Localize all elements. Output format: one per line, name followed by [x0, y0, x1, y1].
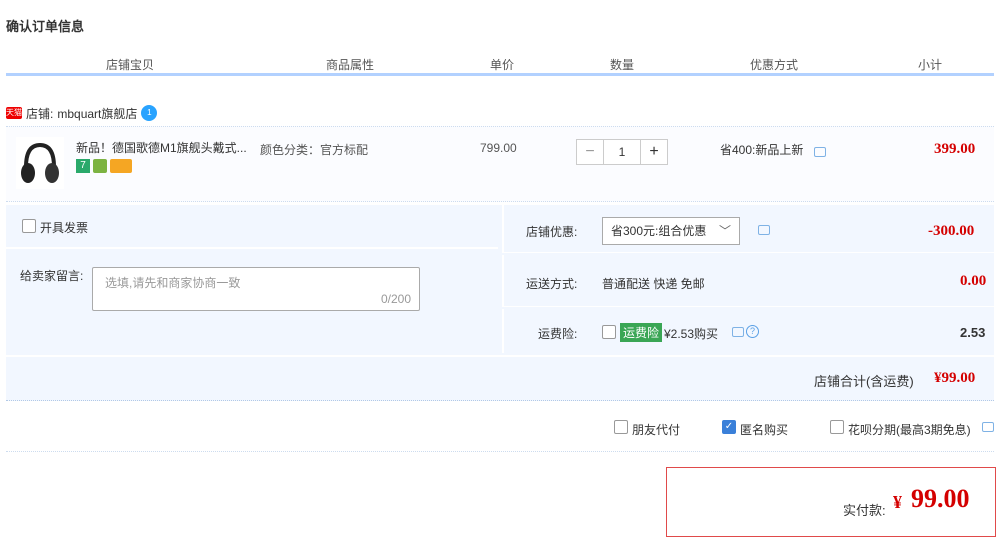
insurance-row: 运费险: 运费险 ¥2.53购买 ? 2.53	[502, 309, 994, 353]
message-textarea[interactable]: 选填,请先和商家协商一致 0/200	[92, 267, 420, 311]
message-icon[interactable]	[732, 327, 744, 337]
shipping-method: 普通配送 快递 免邮	[602, 277, 705, 291]
shop-total-value: ¥99.00	[934, 370, 976, 386]
header-unit-price: 单价	[490, 58, 515, 72]
header-quantity: 数量	[610, 58, 635, 72]
insurance-label: 运费险:	[538, 327, 578, 341]
product-service-icons: 7	[76, 159, 132, 173]
message-icon[interactable]	[758, 225, 770, 235]
order-options-panel: 开具发票 给卖家留言: 选填,请先和商家协商一致 0/200 店铺优惠: 省30…	[6, 205, 994, 401]
insurance-price: ¥2.53购买	[664, 327, 719, 341]
shop-row: 天猫 店铺: mbquart旗舰店 1	[6, 104, 158, 122]
wangwang-icon[interactable]: 1	[141, 105, 158, 121]
header-shop-item: 店铺宝贝	[106, 58, 155, 72]
shipping-fee: 0.00	[960, 273, 987, 289]
shop-total-label: 店铺合计(含运费)	[814, 374, 914, 389]
header-subtotal: 小计	[918, 58, 943, 72]
product-title-link[interactable]: 新品！德国歌德M1旗舰头戴式...	[76, 139, 247, 156]
check-icon: ✓	[724, 421, 734, 432]
anonymous-checkbox[interactable]: ✓	[722, 420, 736, 434]
product-attribute: 颜色分类：官方标配	[260, 143, 369, 157]
item-subtotal: 399.00	[934, 141, 976, 157]
shop-total-row: 店铺合计(含运费) ¥99.00	[6, 355, 994, 401]
message-label: 给卖家留言:	[20, 269, 84, 283]
huabei-label: 花呗分期(最高3期免息)	[848, 423, 971, 437]
shipping-label: 运送方式:	[526, 277, 578, 291]
order-table-header: 店铺宝贝 商品属性 单价 数量 优惠方式 小计	[6, 52, 994, 76]
shipping-row: 运送方式: 普通配送 快递 免邮 0.00	[502, 255, 994, 307]
invoice-checkbox[interactable]	[22, 219, 36, 233]
shop-name-link[interactable]: mbquart旗舰店	[57, 105, 137, 122]
friend-pay-label: 朋友代付	[632, 423, 681, 437]
shop-label: 店铺:	[26, 106, 54, 121]
promotion-text: 省400:新品上新	[720, 143, 804, 157]
anonymous-label: 匿名购买	[740, 423, 789, 437]
message-char-count: 0/200	[380, 292, 411, 306]
payment-value: 99.00	[911, 484, 970, 513]
insurance-badge: 运费险	[620, 323, 663, 342]
message-icon[interactable]	[814, 147, 826, 157]
message-placeholder: 选填,请先和商家协商一致	[105, 276, 241, 290]
chevron-down-icon: ﹀	[718, 224, 731, 238]
payment-symbol: ¥	[893, 492, 902, 512]
credit-card-icon	[110, 159, 132, 173]
friend-pay-checkbox[interactable]	[614, 420, 628, 434]
order-item-row: 新品！德国歌德M1旗舰头戴式... 7 颜色分类：官方标配 799.00 − 1…	[6, 126, 994, 202]
decrease-quantity-button[interactable]: −	[576, 139, 604, 165]
message-icon[interactable]	[982, 422, 994, 432]
insurance-checkbox[interactable]	[602, 325, 616, 339]
shop-discount-value: -300.00	[928, 223, 975, 239]
header-attribute: 商品属性	[326, 58, 375, 72]
invoice-label: 开具发票	[40, 221, 89, 235]
invoice-section: 开具发票	[6, 205, 498, 249]
message-section: 给卖家留言: 选填,请先和商家协商一致 0/200	[6, 251, 498, 351]
trophy-icon	[93, 159, 107, 173]
quantity-input[interactable]: 1	[604, 139, 640, 165]
header-discount: 优惠方式	[750, 58, 799, 72]
shop-discount-selected: 省300元:组合优惠	[611, 224, 707, 238]
shop-discount-row: 店铺优惠: 省300元:组合优惠 ﹀ -300.00	[502, 205, 994, 253]
shop-discount-label: 店铺优惠:	[526, 225, 578, 239]
insurance-value: 2.53	[960, 325, 986, 340]
increase-quantity-button[interactable]: +	[640, 139, 668, 165]
unit-price: 799.00	[480, 141, 517, 155]
product-thumbnail[interactable]	[16, 137, 64, 189]
shop-discount-select[interactable]: 省300元:组合优惠 ﹀	[602, 217, 740, 245]
huabei-checkbox[interactable]	[830, 420, 844, 434]
payment-summary-box: 实付款: ¥ 99.00	[666, 467, 996, 537]
quantity-stepper: − 1 +	[576, 139, 668, 165]
payment-options-row: 朋友代付 ✓ 匿名购买 花呗分期(最高3期免息)	[6, 404, 994, 452]
seven-day-return-icon: 7	[76, 159, 90, 173]
payment-label: 实付款:	[843, 503, 886, 518]
help-icon[interactable]: ?	[746, 325, 759, 338]
tmall-icon: 天猫	[6, 107, 22, 119]
page-title: 确认订单信息	[6, 19, 85, 34]
